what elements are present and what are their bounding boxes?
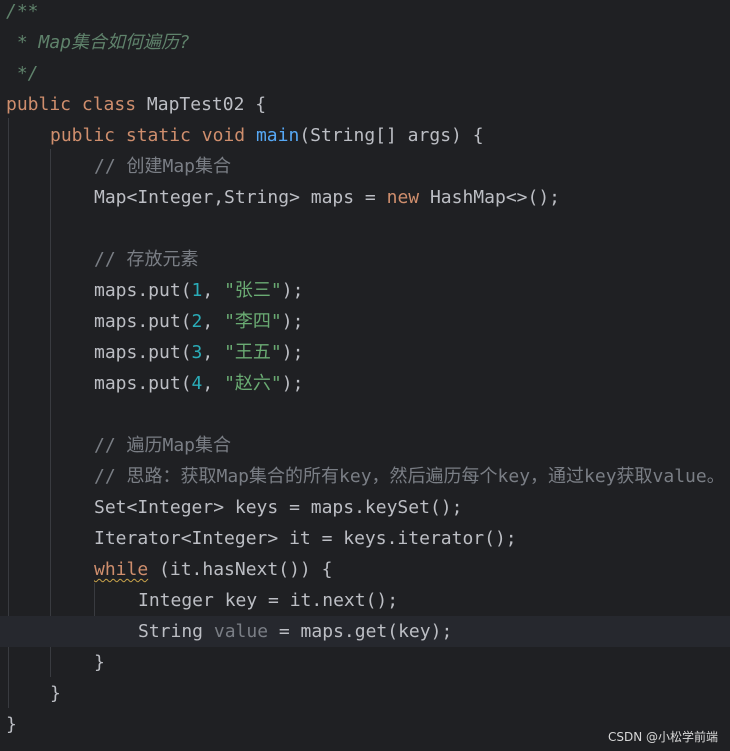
- code-line: // 存放元素: [0, 244, 730, 275]
- code-line: maps.put(2, "李四");: [0, 306, 730, 337]
- current-code-line[interactable]: String value = maps.get(key);: [0, 616, 730, 647]
- main-method-declaration: public static void main(String[] args) {: [50, 120, 484, 151]
- put-prefix: maps.put(: [94, 280, 192, 301]
- close-brace-while: }: [94, 652, 105, 673]
- code-line: maps.put(4, "赵六");: [0, 368, 730, 399]
- class-declaration: public class MapTest02 {: [6, 89, 266, 120]
- map-decl-pre: Map<Integer,String> maps =: [94, 187, 387, 208]
- while-statement: while (it.hasNext()) {: [94, 554, 332, 585]
- get-type: String: [138, 621, 214, 642]
- code-line: // 思路：获取Map集合的所有key，然后遍历每个key，通过key获取val…: [0, 461, 730, 492]
- iterator-statement: Iterator<Integer> it = keys.iterator();: [94, 528, 517, 549]
- put-value: "王五": [224, 342, 282, 363]
- code-line: Map<Integer,String> maps = new HashMap<>…: [0, 182, 730, 213]
- keyword-public: public: [50, 125, 116, 146]
- map-declaration: Map<Integer,String> maps = new HashMap<>…: [94, 182, 560, 213]
- code-line: maps.put(1, "张三");: [0, 275, 730, 306]
- put-suffix: );: [281, 311, 304, 332]
- keyset-statement: Set<Integer> keys = maps.keySet();: [94, 497, 463, 518]
- code-editor[interactable]: /** * Map集合如何遍历? */ public class MapTest…: [0, 0, 730, 751]
- put-separator: ,: [202, 342, 225, 363]
- code-line: }: [0, 678, 730, 709]
- code-line: }: [0, 647, 730, 678]
- put-suffix: );: [281, 342, 304, 363]
- code-line: // 创建Map集合: [0, 151, 730, 182]
- put-value: "赵六": [224, 373, 282, 394]
- keyword-static: static: [125, 125, 191, 146]
- doc-comment-close: */: [6, 63, 39, 84]
- put-suffix: );: [281, 280, 304, 301]
- get-expression: = maps.get(key);: [268, 621, 453, 642]
- code-line: maps.put(3, "王五");: [0, 337, 730, 368]
- open-brace: {: [244, 94, 267, 115]
- comment-iterate-map: // 遍历Map集合: [94, 435, 232, 456]
- comment-store-elements: // 存放元素: [94, 249, 199, 270]
- put-prefix: maps.put(: [94, 342, 192, 363]
- code-line: public class MapTest02 {: [0, 89, 730, 120]
- get-statement: String value = maps.get(key);: [138, 616, 452, 647]
- put-separator: ,: [202, 280, 225, 301]
- put-prefix: maps.put(: [94, 311, 192, 332]
- method-name-main: main: [255, 125, 300, 146]
- code-line: Iterator<Integer> it = keys.iterator();: [0, 523, 730, 554]
- code-line: Set<Integer> keys = maps.keySet();: [0, 492, 730, 523]
- put-key: 4: [191, 373, 203, 394]
- put-separator: ,: [202, 311, 225, 332]
- keyword-public: public: [6, 94, 72, 115]
- watermark-text: CSDN @小松学前端: [607, 730, 718, 744]
- put-separator: ,: [202, 373, 225, 394]
- doc-comment-text: * Map集合如何遍历?: [6, 32, 190, 53]
- keyword-void: void: [201, 125, 246, 146]
- code-line: * Map集合如何遍历?: [0, 27, 730, 58]
- method-params: (String[] args) {: [299, 125, 484, 146]
- put-statement: maps.put(1, "张三");: [94, 275, 303, 306]
- put-statement: maps.put(4, "赵六");: [94, 368, 303, 399]
- keyword-class: class: [81, 94, 137, 115]
- put-key: 1: [191, 280, 203, 301]
- put-value: "李四": [224, 311, 282, 332]
- put-value: "张三": [224, 280, 282, 301]
- put-suffix: );: [281, 373, 304, 394]
- close-brace-main: }: [50, 683, 61, 704]
- code-line: */: [0, 58, 730, 89]
- put-key: 3: [191, 342, 203, 363]
- put-key: 2: [191, 311, 203, 332]
- comment-approach: // 思路：获取Map集合的所有key，然后遍历每个key，通过key获取val…: [94, 466, 725, 487]
- while-condition: (it.hasNext()) {: [148, 559, 333, 580]
- put-statement: maps.put(2, "李四");: [94, 306, 303, 337]
- map-decl-post: HashMap<>();: [419, 187, 561, 208]
- keyword-new: new: [386, 187, 420, 208]
- keyword-while[interactable]: while: [94, 559, 148, 580]
- class-name: MapTest02: [146, 94, 245, 115]
- code-line: /**: [0, 0, 730, 27]
- code-line: Integer key = it.next();: [0, 585, 730, 616]
- put-statement: maps.put(3, "王五");: [94, 337, 303, 368]
- next-statement: Integer key = it.next();: [138, 590, 399, 611]
- code-line: while (it.hasNext()) {: [0, 554, 730, 585]
- close-brace-class: }: [6, 714, 17, 735]
- code-line: // 遍历Map集合: [0, 430, 730, 461]
- put-prefix: maps.put(: [94, 373, 192, 394]
- comment-create-map: // 创建Map集合: [94, 156, 232, 177]
- code-line: public static void main(String[] args) {: [0, 120, 730, 151]
- doc-comment-open: /**: [6, 1, 39, 22]
- unused-variable-value: value: [213, 621, 269, 642]
